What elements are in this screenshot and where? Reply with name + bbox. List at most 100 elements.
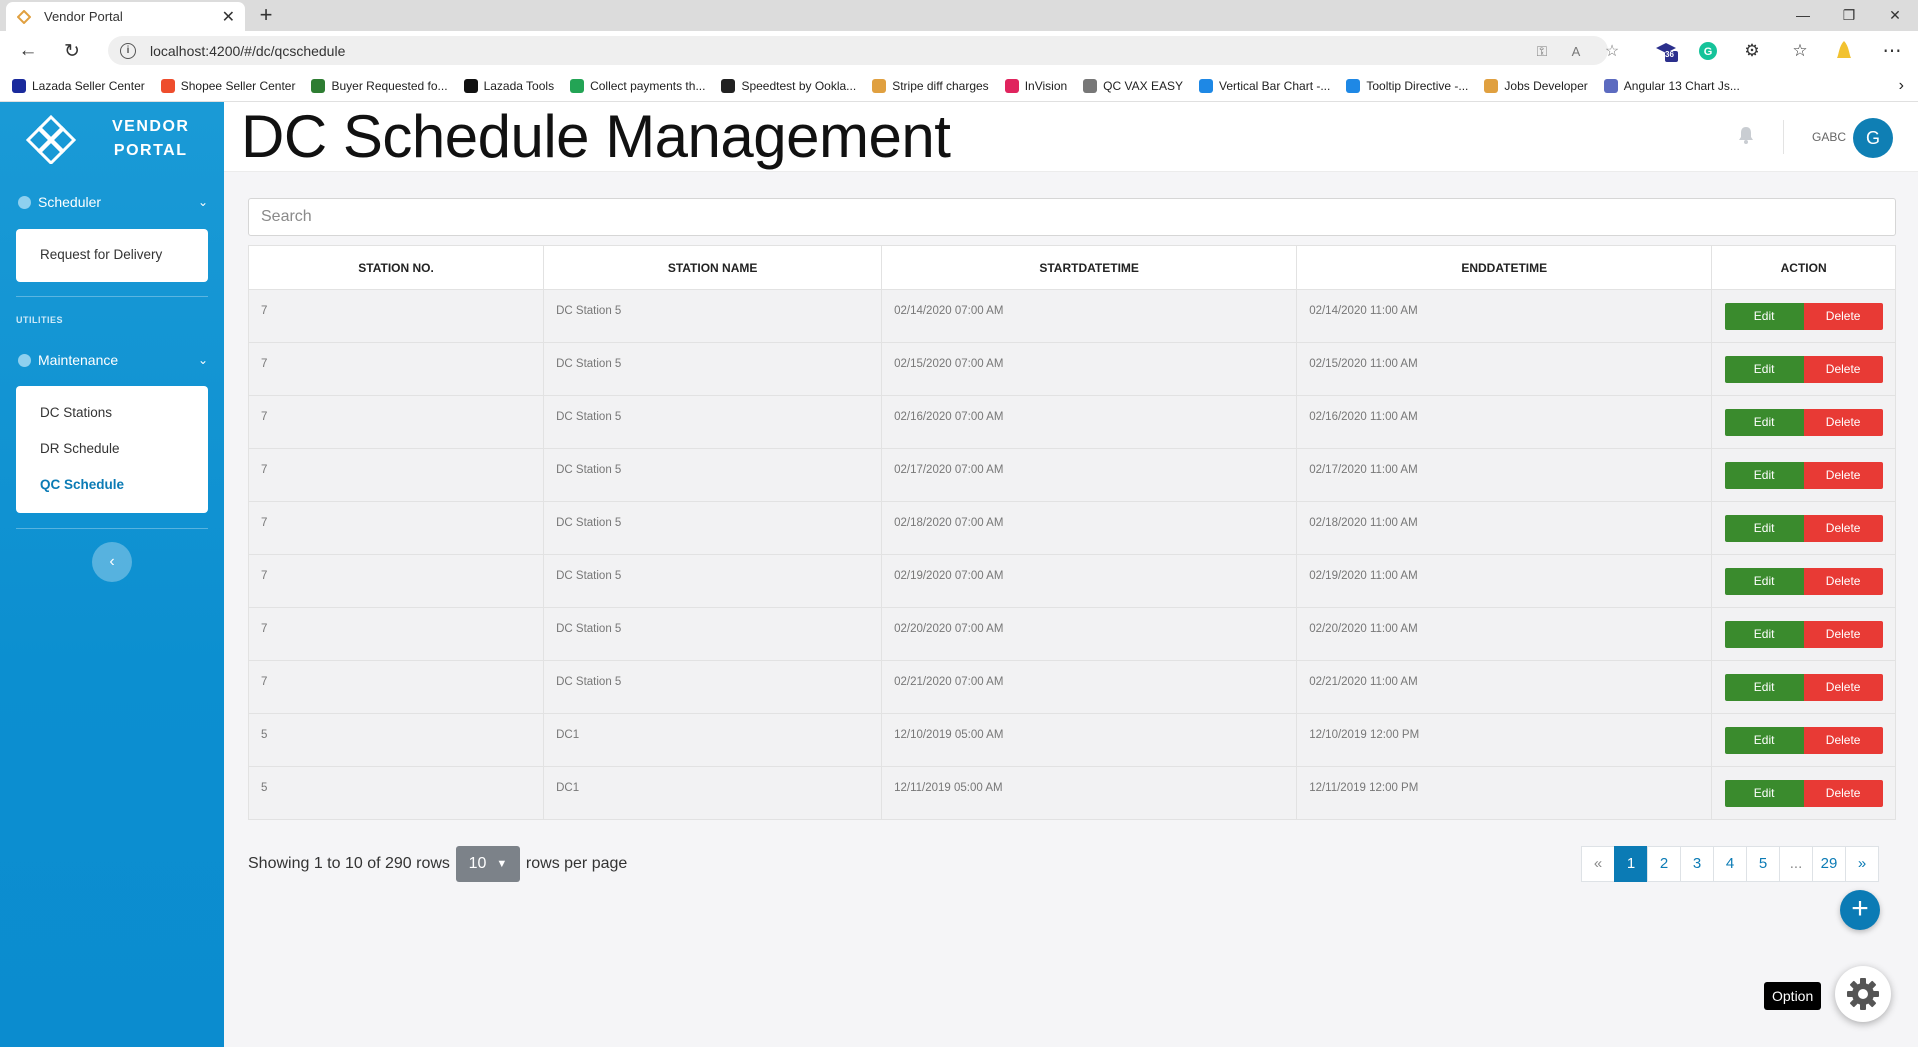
edit-button[interactable]: Edit <box>1724 779 1804 807</box>
schedule-table: STATION NO. STATION NAME STARTDATETIME E… <box>247 245 1896 820</box>
more-menu-icon[interactable]: ⋯ <box>1878 37 1906 65</box>
bookmark-item[interactable]: Speedtest by Ookla... <box>721 78 856 93</box>
delete-button[interactable]: Delete <box>1803 779 1883 807</box>
page-title: DC Schedule Management <box>241 103 951 170</box>
minimize-icon[interactable]: — <box>1780 0 1826 31</box>
settings-option-button[interactable] <box>1835 966 1891 1022</box>
nav-maintenance[interactable]: Maintenance ⌄ <box>18 348 208 372</box>
delete-button[interactable]: Delete <box>1803 461 1883 489</box>
bookmark-item[interactable]: Lazada Tools <box>463 78 554 93</box>
delete-button[interactable]: Delete <box>1803 302 1883 330</box>
sidebar-item-dr-schedule[interactable]: DR Schedule <box>16 431 208 467</box>
column-header-startdatetime[interactable]: STARTDATETIME <box>881 245 1298 290</box>
read-aloud-icon[interactable]: A <box>1562 37 1590 65</box>
edit-button[interactable]: Edit <box>1724 408 1804 436</box>
grammarly-icon[interactable]: G <box>1694 37 1722 65</box>
table-row: 5 DC1 12/11/2019 05:00 AM 12/11/2019 12:00 … <box>247 766 1896 820</box>
bookmark-item[interactable]: Stripe diff charges <box>872 78 989 93</box>
cell-action: Edit Delete <box>1711 395 1896 449</box>
sidebar-item-dc-stations[interactable]: DC Stations <box>16 395 208 431</box>
pagination-item[interactable]: 2 <box>1647 846 1681 882</box>
delete-button[interactable]: Delete <box>1803 408 1883 436</box>
bookmark-item[interactable]: Shopee Seller Center <box>160 78 295 93</box>
brand-line-2: PORTAL <box>113 142 188 159</box>
bookmark-item[interactable]: Collect payments th... <box>570 78 706 93</box>
pagination-item[interactable]: 5 <box>1746 846 1780 882</box>
browser-tab[interactable]: Vendor Portal ✕ <box>6 2 245 31</box>
edit-button[interactable]: Edit <box>1724 567 1804 595</box>
edit-button[interactable]: Edit <box>1724 302 1804 330</box>
bookmark-favicon-icon <box>463 78 478 93</box>
bookmark-item[interactable]: Buyer Requested fo... <box>311 78 448 93</box>
pagination-item[interactable]: 4 <box>1713 846 1747 882</box>
extensions-puzzle-icon[interactable]: ⚙ <box>1738 37 1766 65</box>
edit-button[interactable]: Edit <box>1724 514 1804 542</box>
sidebar-collapse-button[interactable]: ‹ <box>92 542 132 582</box>
rows-per-page-select[interactable]: 10 ▼ <box>455 846 520 882</box>
delete-button[interactable]: Delete <box>1803 355 1883 383</box>
delete-button[interactable]: Delete <box>1803 567 1883 595</box>
extension-icon[interactable]: 36 <box>1652 37 1680 65</box>
delete-button[interactable]: Delete <box>1803 673 1883 701</box>
edit-button[interactable]: Edit <box>1724 673 1804 701</box>
add-schedule-button[interactable]: + <box>1840 890 1880 930</box>
table-row: 5 DC1 12/10/2019 05:00 AM 12/10/2019 12:00 … <box>247 713 1896 767</box>
window-close-icon[interactable]: ✕ <box>1872 0 1918 31</box>
bookmarks-overflow-icon[interactable]: › <box>1899 77 1904 95</box>
table-row: 7 DC Station 5 02/15/2020 07:00 AM 02/15/20… <box>247 342 1896 396</box>
cell-action: Edit Delete <box>1711 554 1896 608</box>
pagination-item[interactable]: 3 <box>1680 846 1714 882</box>
new-tab-icon[interactable]: + <box>253 3 279 29</box>
sidebar-item-request-for-delivery[interactable]: Request for Delivery <box>16 237 208 273</box>
bell-icon[interactable] <box>1735 124 1757 146</box>
pagination-item[interactable]: « <box>1581 846 1615 882</box>
bookmark-label: Buyer Requested fo... <box>331 78 448 93</box>
bookmark-item[interactable]: QC VAX EASY <box>1083 78 1183 93</box>
nav-scheduler[interactable]: Scheduler ⌄ <box>18 190 208 214</box>
bookmark-item[interactable]: InVision <box>1004 78 1067 93</box>
pagination-item[interactable]: 1 <box>1614 846 1648 882</box>
pagination-item[interactable]: 29 <box>1812 846 1846 882</box>
utilities-section-label: UTILITIES <box>16 315 63 325</box>
edit-button[interactable]: Edit <box>1724 461 1804 489</box>
chevron-down-icon: ⌄ <box>197 195 208 209</box>
sidebar-item-qc-schedule[interactable]: QC Schedule <box>16 467 208 503</box>
delete-button[interactable]: Delete <box>1803 726 1883 754</box>
bookmark-item[interactable]: Vertical Bar Chart -... <box>1198 78 1330 93</box>
site-info-icon[interactable]: i <box>120 42 136 59</box>
favorite-add-icon[interactable]: ☆ <box>1598 37 1626 65</box>
cell-station-no: 7 <box>247 607 545 661</box>
delete-button[interactable]: Delete <box>1803 620 1883 648</box>
reload-icon[interactable]: ↻ <box>58 37 86 65</box>
avatar[interactable]: G <box>1853 118 1893 158</box>
key-icon[interactable]: ⚿ <box>1528 37 1556 65</box>
cell-action: Edit Delete <box>1711 289 1896 343</box>
address-bar[interactable]: i localhost:4200/#/dc/qcschedule <box>108 36 1608 65</box>
table-row: 7 DC Station 5 02/19/2020 07:00 AM 02/19/20… <box>247 554 1896 608</box>
cell-enddatetime: 02/17/2020 11:00 AM <box>1296 448 1713 502</box>
bookmark-item[interactable]: Angular 13 Chart Js... <box>1603 78 1740 93</box>
tab-close-icon[interactable]: ✕ <box>222 7 235 27</box>
column-header-station-no[interactable]: STATION NO. <box>247 245 545 290</box>
bookmark-item[interactable]: Tooltip Directive -... <box>1346 78 1468 93</box>
column-header-enddatetime[interactable]: ENDDATETIME <box>1296 245 1713 290</box>
search-input[interactable] <box>248 198 1896 236</box>
bookmark-label: Collect payments th... <box>590 78 706 93</box>
edit-button[interactable]: Edit <box>1724 620 1804 648</box>
edit-button[interactable]: Edit <box>1724 726 1804 754</box>
brand[interactable]: VENDOR PORTAL <box>26 114 189 164</box>
restore-icon[interactable]: ❐ <box>1826 0 1872 31</box>
bookmark-item[interactable]: Lazada Seller Center <box>12 78 145 93</box>
bookmark-favicon-icon <box>570 78 585 93</box>
cell-station-no: 7 <box>247 501 545 555</box>
pagination-item[interactable]: » <box>1845 846 1879 882</box>
delete-button[interactable]: Delete <box>1803 514 1883 542</box>
edit-button[interactable]: Edit <box>1724 355 1804 383</box>
bookmark-item[interactable]: Jobs Developer <box>1484 78 1588 93</box>
column-header-station-name[interactable]: STATION NAME <box>543 245 883 290</box>
favorites-icon[interactable]: ☆ <box>1786 37 1814 65</box>
profile-icon[interactable] <box>1830 37 1858 65</box>
bookmark-favicon-icon <box>12 78 26 93</box>
back-icon[interactable]: ← <box>14 37 42 65</box>
username[interactable]: GABC <box>1812 130 1846 144</box>
